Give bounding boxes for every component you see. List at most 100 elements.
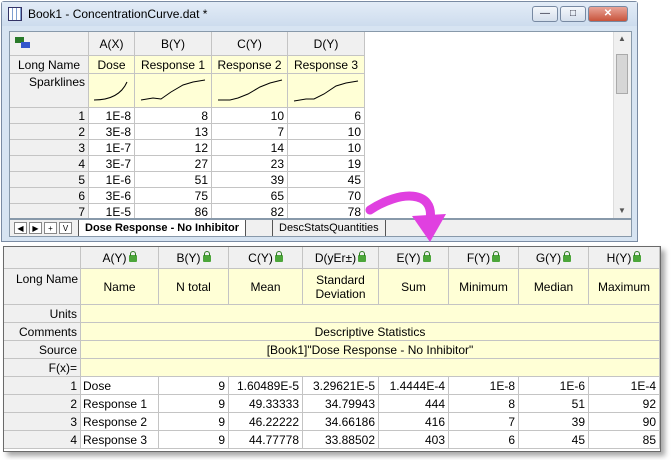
first-sheet-button[interactable]: ◀ <box>14 222 27 234</box>
data-cell[interactable]: 7 <box>449 413 519 431</box>
data-cell[interactable]: 10 <box>212 108 288 124</box>
data-cell[interactable]: 75 <box>135 188 212 204</box>
row-number[interactable]: 2 <box>10 124 89 140</box>
data-cell[interactable]: 3.29621E-5 <box>303 377 379 395</box>
column-header-f[interactable]: F(Y) <box>449 247 519 269</box>
data-cell[interactable]: 44.77778 <box>229 431 303 449</box>
data-cell[interactable]: 92 <box>589 395 660 413</box>
sparkline-cell[interactable] <box>89 74 135 108</box>
data-cell[interactable]: 8 <box>449 395 519 413</box>
data-cell[interactable]: 82 <box>212 204 288 218</box>
data-cell[interactable]: Response 1 <box>81 395 159 413</box>
data-cell[interactable]: 39 <box>212 172 288 188</box>
data-cell[interactable]: 45 <box>519 431 589 449</box>
scroll-thumb[interactable] <box>616 54 628 94</box>
long-name-cell[interactable]: Median <box>519 269 589 305</box>
data-cell[interactable]: 27 <box>135 156 212 172</box>
vertical-scrollbar[interactable]: ▲ ▼ <box>613 32 631 218</box>
sparkline-cell[interactable] <box>212 74 288 108</box>
column-header-e[interactable]: E(Y) <box>379 247 449 269</box>
scroll-down-arrow-icon[interactable]: ▼ <box>616 206 628 216</box>
column-header-d[interactable]: D(Y) <box>288 32 365 56</box>
data-cell[interactable]: 444 <box>379 395 449 413</box>
column-header-c[interactable]: C(Y) <box>212 32 288 56</box>
select-all-corner[interactable] <box>10 32 89 56</box>
data-cell[interactable]: 1E-8 <box>89 108 135 124</box>
long-name-cell[interactable]: Response 1 <box>135 56 212 74</box>
data-cell[interactable]: 1.60489E-5 <box>229 377 303 395</box>
data-cell[interactable]: Response 3 <box>81 431 159 449</box>
data-cell[interactable]: 1E-7 <box>89 140 135 156</box>
sparkline-cell[interactable] <box>288 74 365 108</box>
data-cell[interactable]: 1E-8 <box>449 377 519 395</box>
close-button[interactable]: ✕ <box>588 6 628 22</box>
data-cell[interactable]: 46.22222 <box>229 413 303 431</box>
column-header-a[interactable]: A(Y) <box>81 247 159 269</box>
data-cell[interactable]: 13 <box>135 124 212 140</box>
long-name-cell[interactable]: Dose <box>89 56 135 74</box>
data-cell[interactable]: 34.66186 <box>303 413 379 431</box>
data-cell[interactable]: 34.79943 <box>303 395 379 413</box>
long-name-cell[interactable]: Response 3 <box>288 56 365 74</box>
data-cell[interactable]: 1E-5 <box>89 204 135 218</box>
long-name-cell[interactable]: Sum <box>379 269 449 305</box>
data-cell[interactable]: 10 <box>288 124 365 140</box>
tab-dose-response[interactable]: Dose Response - No Inhibitor <box>78 220 247 236</box>
data-cell[interactable]: 1.4444E-4 <box>379 377 449 395</box>
data-cell[interactable]: 86 <box>135 204 212 218</box>
data-cell[interactable]: 51 <box>519 395 589 413</box>
window-titlebar[interactable]: Book1 - ConcentrationCurve.dat * — □ ✕ <box>2 2 637 26</box>
row-number[interactable]: 1 <box>10 108 89 124</box>
long-name-cell[interactable]: Minimum <box>449 269 519 305</box>
select-all-corner[interactable] <box>4 247 81 269</box>
data-cell[interactable]: 90 <box>589 413 660 431</box>
row-number[interactable]: 4 <box>10 156 89 172</box>
units-row[interactable] <box>81 305 660 323</box>
row-number[interactable]: 3 <box>10 140 89 156</box>
data-cell[interactable]: 1E-4 <box>589 377 660 395</box>
data-cell[interactable]: 78 <box>288 204 365 218</box>
column-header-h[interactable]: H(Y) <box>589 247 660 269</box>
data-cell[interactable]: 9 <box>159 431 229 449</box>
data-cell[interactable]: 51 <box>135 172 212 188</box>
data-cell[interactable]: Dose <box>81 377 159 395</box>
row-number[interactable]: 6 <box>10 188 89 204</box>
data-cell[interactable]: 14 <box>212 140 288 156</box>
data-cell[interactable]: 23 <box>212 156 288 172</box>
data-cell[interactable]: 3E-7 <box>89 156 135 172</box>
data-cell[interactable]: 6 <box>449 431 519 449</box>
minimize-button[interactable]: — <box>532 6 558 22</box>
column-header-c[interactable]: C(Y) <box>229 247 303 269</box>
long-name-cell[interactable]: Standard Deviation <box>303 269 379 305</box>
row-number[interactable]: 2 <box>4 395 81 413</box>
formula-row[interactable] <box>81 359 660 377</box>
column-header-d[interactable]: D(yEr±) <box>303 247 379 269</box>
data-cell[interactable]: 70 <box>288 188 365 204</box>
long-name-cell[interactable]: N total <box>159 269 229 305</box>
data-cell[interactable]: 49.33333 <box>229 395 303 413</box>
data-cell[interactable]: 10 <box>288 140 365 156</box>
data-cell[interactable]: 9 <box>159 377 229 395</box>
column-header-a[interactable]: A(X) <box>89 32 135 56</box>
data-cell[interactable]: 1E-6 <box>519 377 589 395</box>
long-name-cell[interactable]: Mean <box>229 269 303 305</box>
source-cell[interactable]: [Book1]"Dose Response - No Inhibitor" <box>81 341 660 359</box>
row-number[interactable]: 3 <box>4 413 81 431</box>
data-cell[interactable]: 9 <box>159 413 229 431</box>
data-cell[interactable]: 33.88502 <box>303 431 379 449</box>
data-cell[interactable]: 9 <box>159 395 229 413</box>
row-number[interactable]: 4 <box>4 431 81 449</box>
data-cell[interactable]: 65 <box>212 188 288 204</box>
row-number[interactable]: 7 <box>10 204 89 218</box>
maximize-button[interactable]: □ <box>560 6 586 22</box>
column-header-b[interactable]: B(Y) <box>159 247 229 269</box>
scroll-up-arrow-icon[interactable]: ▲ <box>616 34 628 44</box>
data-cell[interactable]: 39 <box>519 413 589 431</box>
sparkline-cell[interactable] <box>135 74 212 108</box>
data-cell[interactable]: 1E-6 <box>89 172 135 188</box>
comments-cell[interactable]: Descriptive Statistics <box>81 323 660 341</box>
data-cell[interactable]: 416 <box>379 413 449 431</box>
data-cell[interactable]: 7 <box>212 124 288 140</box>
data-cell[interactable]: 3E-6 <box>89 188 135 204</box>
next-sheet-button[interactable]: ▶ <box>29 222 42 234</box>
